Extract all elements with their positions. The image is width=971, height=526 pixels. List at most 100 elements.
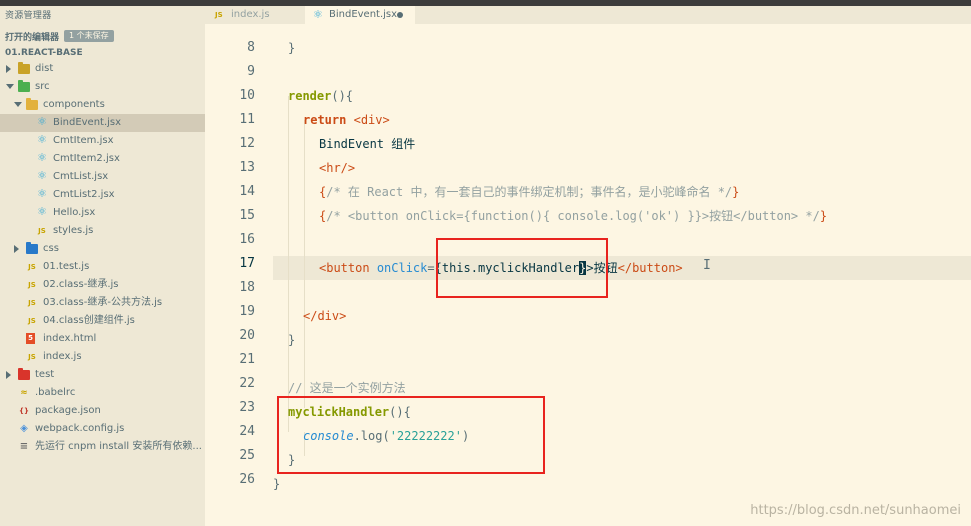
tree-item[interactable]: ⚛ CmtItem.jsx	[0, 132, 205, 150]
tree-item-label: package.json	[35, 405, 101, 416]
code-line-10[interactable]: render(){	[288, 84, 353, 108]
tab-index-js[interactable]: JS index.js	[205, 6, 305, 24]
tree-item-label: Hello.jsx	[53, 207, 96, 218]
code-editor[interactable]: 8 9 10 11 12 13 14 15 16 17 18 19 20 21 22 23 24 25 26 } r…	[205, 24, 971, 526]
js-file-icon: JS	[215, 11, 223, 19]
explorer-title: 资源管理器	[5, 11, 52, 21]
tree-item[interactable]: ⚛ CmtItem2.jsx	[0, 150, 205, 168]
tab-label: index.js	[231, 9, 270, 20]
js-file-icon: JS	[28, 353, 36, 361]
line-number: 12	[239, 136, 255, 151]
tree-item[interactable]: ≈ .babelrc	[0, 384, 205, 402]
tree-item[interactable]: css	[0, 240, 205, 258]
tree-item[interactable]: src	[0, 78, 205, 96]
tree-item-label: dist	[35, 63, 54, 74]
line-number: 22	[239, 376, 255, 391]
chevron-down-icon[interactable]	[6, 84, 14, 89]
react-file-icon: ⚛	[313, 8, 323, 21]
tree-item-label: 04.class创建组件.js	[43, 315, 135, 326]
folder-css-icon	[26, 242, 38, 254]
unsaved-badge: 1 个未保存	[64, 30, 114, 42]
tree-item-label: index.html	[43, 333, 97, 344]
tree-item-label: webpack.config.js	[35, 423, 125, 434]
tree-item-label: 先运行 cnpm install 安装所有依赖...	[35, 441, 202, 452]
line-number: 14	[239, 184, 255, 199]
tree-item-label: CmtList.jsx	[53, 171, 109, 182]
react-file-icon: ⚛	[37, 205, 47, 218]
tree-item[interactable]: JS styles.js	[0, 222, 205, 240]
js-file-icon: JS	[28, 299, 36, 307]
open-editors-header[interactable]: 打开的编辑器	[5, 30, 59, 43]
json-file-icon: {}	[19, 407, 29, 415]
line-number: 13	[239, 160, 255, 175]
line-number: 19	[239, 304, 255, 319]
tree-item[interactable]: JS 03.class-继承-公共方法.js	[0, 294, 205, 312]
babel-file-icon: ≈	[20, 388, 28, 398]
tree-item[interactable]: components	[0, 96, 205, 114]
line-number: 10	[239, 88, 255, 103]
chevron-right-icon[interactable]	[6, 371, 11, 379]
code-line-15[interactable]: {/* <button onClick={function(){ console…	[319, 204, 827, 228]
chevron-right-icon[interactable]	[14, 245, 19, 253]
line-number: 23	[239, 400, 255, 415]
tree-item[interactable]: ⚛ CmtList.jsx	[0, 168, 205, 186]
tree-item-label: components	[43, 99, 105, 110]
tree-item[interactable]: JS index.js	[0, 348, 205, 366]
tree-item[interactable]: ◈ webpack.config.js	[0, 420, 205, 438]
watermark: https://blog.csdn.net/sunhaomei	[750, 503, 961, 518]
tree-item[interactable]: ⚛ BindEvent.jsx	[0, 114, 205, 132]
tree-item-label: BindEvent.jsx	[53, 117, 122, 128]
project-header[interactable]: 01.REACT-BASE	[5, 48, 83, 58]
code-line-12[interactable]: BindEvent 组件	[319, 132, 415, 156]
text-file-icon: ≡	[19, 441, 29, 452]
react-file-icon: ⚛	[37, 169, 47, 182]
tree-item-label: 02.class-继承.js	[43, 279, 119, 290]
tree-item-label: index.js	[43, 351, 82, 362]
tree-item[interactable]: ⚛ CmtList2.jsx	[0, 186, 205, 204]
tree-item[interactable]: ⚛ Hello.jsx	[0, 204, 205, 222]
react-file-icon: ⚛	[37, 187, 47, 200]
tree-item[interactable]: ≡ 先运行 cnpm install 安装所有依赖...	[0, 438, 205, 456]
code-line-20[interactable]: }	[288, 328, 295, 352]
line-number: 20	[239, 328, 255, 343]
annotation-box-method	[277, 396, 545, 474]
annotation-box-onclick	[436, 238, 608, 298]
html-file-icon: 5	[26, 333, 35, 344]
folder-test-icon	[18, 368, 30, 380]
tree-item-label: test	[35, 369, 55, 380]
code-line-8[interactable]: }	[288, 36, 295, 60]
tree-item[interactable]: test	[0, 366, 205, 384]
line-number: 25	[239, 448, 255, 463]
chevron-down-icon[interactable]	[14, 102, 22, 107]
js-file-icon: JS	[28, 317, 36, 325]
tree-item-label: src	[35, 81, 50, 92]
folder-dist-icon	[18, 62, 30, 74]
unsaved-dot-icon[interactable]	[397, 12, 403, 18]
tree-item-label: CmtItem.jsx	[53, 135, 114, 146]
react-file-icon: ⚛	[37, 133, 47, 146]
tree-item[interactable]: JS 04.class创建组件.js	[0, 312, 205, 330]
tab-bindevent-jsx[interactable]: ⚛ BindEvent.jsx	[305, 6, 415, 24]
code-line-26[interactable]: }	[273, 472, 280, 496]
js-file-icon: JS	[38, 227, 46, 235]
tree-item[interactable]: JS 02.class-继承.js	[0, 276, 205, 294]
react-file-icon: ⚛	[37, 115, 47, 128]
code-line-19[interactable]: </div>	[303, 304, 346, 328]
tree-item[interactable]: 5 index.html	[0, 330, 205, 348]
code-line-11[interactable]: return <div>	[303, 108, 390, 132]
code-line-13[interactable]: <hr/>	[319, 156, 355, 180]
tree-item[interactable]: {} package.json	[0, 402, 205, 420]
tree-item[interactable]: dist	[0, 60, 205, 78]
tab-label: BindEvent.jsx	[329, 9, 398, 20]
react-file-icon: ⚛	[37, 151, 47, 164]
chevron-right-icon[interactable]	[6, 65, 11, 73]
tree-item[interactable]: JS 01.test.js	[0, 258, 205, 276]
line-number: 26	[239, 472, 255, 487]
code-line-14[interactable]: {/* 在 React 中，有一套自己的事件绑定机制；事件名，是小驼峰命名 */…	[319, 180, 739, 204]
tree-item-label: CmtItem2.jsx	[53, 153, 120, 164]
line-number: 15	[239, 208, 255, 223]
line-number: 11	[239, 112, 255, 127]
line-number: 17	[239, 256, 255, 271]
js-test-file-icon: JS	[28, 263, 36, 271]
tree-item-label: 03.class-继承-公共方法.js	[43, 297, 163, 308]
